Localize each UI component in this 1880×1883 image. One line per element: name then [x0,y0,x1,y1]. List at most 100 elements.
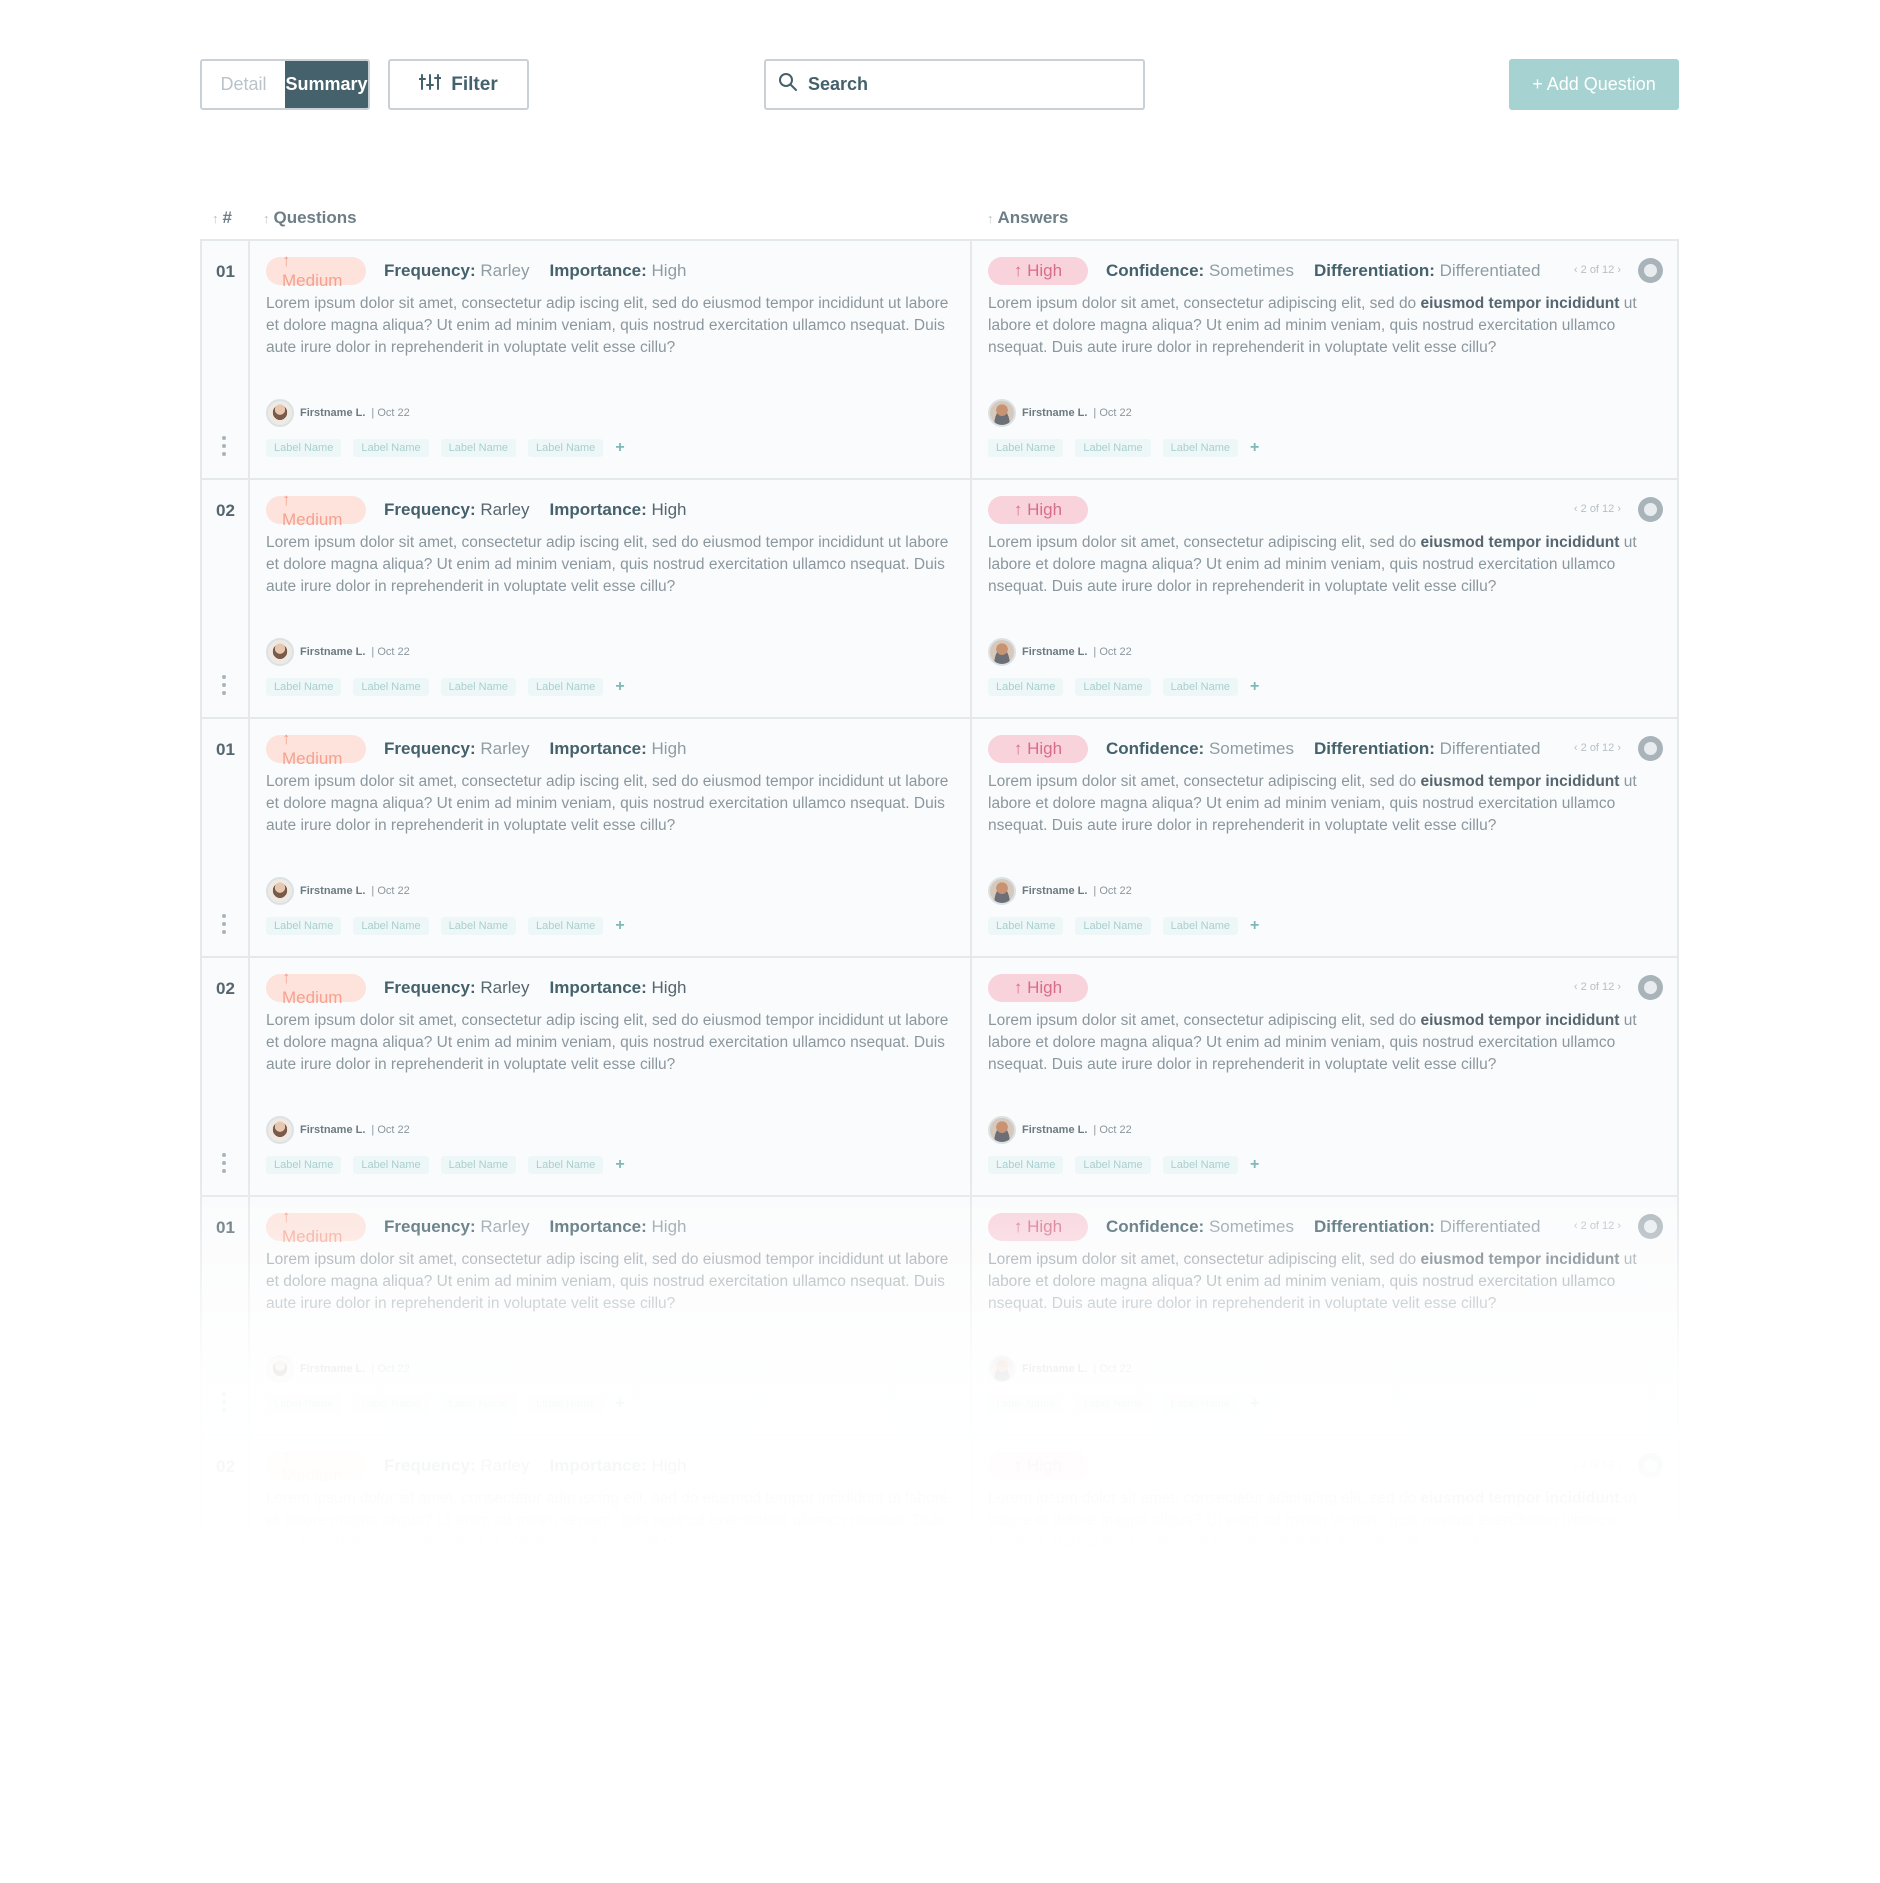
label-tag[interactable]: Label Name [266,1156,342,1174]
label-tag[interactable]: Label Name [440,439,516,457]
detail-view-button[interactable]: Detail [202,61,285,108]
question-cell[interactable]: ↑ Medium Frequency: Rarley Importance: H… [250,958,972,1195]
more-options-icon[interactable] [222,914,228,934]
answer-cell[interactable]: ↑ High ‹ 2 of 12 › Lorem ipsum dolor sit… [972,480,1677,717]
label-tag[interactable]: Label Name [266,1395,342,1413]
circle-action-icon[interactable] [1638,497,1663,522]
label-tag[interactable]: Label Name [527,439,604,457]
question-text: Lorem ipsum dolor sit amet, consectetur … [266,295,949,356]
label-tag[interactable]: Label Name [527,1395,604,1413]
answer-cell[interactable]: ↑ High Confidence: Sometimes Differentia… [972,241,1677,478]
question-cell[interactable]: ↑ Medium Frequency: Rarley Importance: H… [250,1436,972,1559]
label-tag[interactable]: Label Name [1162,1395,1238,1413]
label-tag[interactable]: Label Name [988,1156,1064,1174]
question-cell[interactable]: ↑ Medium Frequency: Rarley Importance: H… [250,1197,972,1434]
label-tag[interactable]: Label Name [1162,678,1238,696]
more-options-icon[interactable] [222,675,228,695]
label-tag[interactable]: Label Name [440,1156,516,1174]
author-date: | Oct 22 [371,646,410,658]
label-tag[interactable]: Label Name [988,439,1064,457]
summary-view-button[interactable]: Summary [285,61,368,108]
label-tag[interactable]: Label Name [1075,439,1151,457]
answer-pager[interactable]: ‹ 2 of 12 › [1574,981,1621,993]
label-tag[interactable]: Label Name [1075,1395,1151,1413]
add-question-button[interactable]: + Add Question [1509,59,1679,110]
label-tag[interactable]: Label Name [988,678,1064,696]
add-label-icon[interactable]: + [1250,917,1259,935]
answer-meta: ↑ High Confidence: Sometimes Differentia… [988,256,1560,286]
more-options-icon[interactable] [222,1153,228,1173]
label-tag[interactable]: Label Name [266,678,342,696]
answer-meta: ↑ High [988,973,1106,1003]
add-label-icon[interactable]: + [615,678,624,696]
label-tag[interactable]: Label Name [353,439,429,457]
label-tag[interactable]: Label Name [1162,1156,1238,1174]
more-options-icon[interactable] [222,1392,228,1412]
col-header-questions[interactable]: ↑ Questions [263,208,357,228]
add-label-icon[interactable]: + [1250,439,1259,457]
row-number: 01 [216,1218,235,1237]
importance-field: Importance: High [549,1456,687,1475]
answer-cell[interactable]: ↑ High ‹ 2 of 12 › Lorem ipsum dolor sit… [972,1436,1677,1559]
question-meta: ↑ Medium Frequency: Rarley Importance: H… [266,1207,707,1246]
label-tag[interactable]: Label Name [527,678,604,696]
col-header-num[interactable]: ↑ # [212,208,232,228]
question-cell[interactable]: ↑ Medium Frequency: Rarley Importance: H… [250,719,972,956]
answer-text: Lorem ipsum dolor sit amet, consectetur … [988,534,1637,595]
answer-cell[interactable]: ↑ High Confidence: Sometimes Differentia… [972,1197,1677,1434]
label-tag[interactable]: Label Name [353,917,429,935]
answer-pager[interactable]: ‹ 2 of 12 › [1574,1459,1621,1471]
label-tag[interactable]: Label Name [1075,1156,1151,1174]
add-label-icon[interactable]: + [1250,1156,1259,1174]
add-label-icon[interactable]: + [1250,1395,1259,1413]
label-tag[interactable]: Label Name [1075,678,1151,696]
label-tag[interactable]: Label Name [527,917,604,935]
label-tag[interactable]: Label Name [440,917,516,935]
answer-labels: Label Name Label Name Label Name + [988,439,1259,457]
label-tag[interactable]: Label Name [527,1156,604,1174]
circle-action-icon[interactable] [1638,258,1663,283]
importance-field: Importance: High [549,1217,687,1236]
label-tag[interactable]: Label Name [440,678,516,696]
label-tag[interactable]: Label Name [988,1395,1064,1413]
label-tag[interactable]: Label Name [1162,917,1238,935]
question-labels: Label Name Label Name Label Name Label N… [266,917,625,935]
question-cell[interactable]: ↑ Medium Frequency: Rarley Importance: H… [250,480,972,717]
author-date: | Oct 22 [1093,407,1132,419]
answer-pager[interactable]: ‹ 2 of 12 › [1574,503,1621,515]
add-label-icon[interactable]: + [615,1395,624,1413]
priority-badge: ↑ High [988,496,1088,524]
author-name: Firstname L. [1022,885,1088,897]
label-tag[interactable]: Label Name [266,917,342,935]
answer-cell[interactable]: ↑ High ‹ 2 of 12 › Lorem ipsum dolor sit… [972,958,1677,1195]
label-tag[interactable]: Label Name [353,678,429,696]
label-tag[interactable]: Label Name [988,917,1064,935]
label-tag[interactable]: Label Name [440,1395,516,1413]
more-options-icon[interactable] [222,436,228,456]
search-input[interactable] [808,74,1128,95]
label-tag[interactable]: Label Name [1075,917,1151,935]
circle-action-icon[interactable] [1638,1214,1663,1239]
label-tag[interactable]: Label Name [353,1395,429,1413]
row-number-cell: 02 [202,480,250,717]
frequency-field: Frequency: Rarley [384,1456,530,1475]
label-tag[interactable]: Label Name [353,1156,429,1174]
author-name: Firstname L. [1022,646,1088,658]
circle-action-icon[interactable] [1638,1453,1663,1478]
col-header-answers[interactable]: ↑ Answers [987,208,1068,228]
importance-field: Importance: High [549,978,687,997]
label-tag[interactable]: Label Name [1162,439,1238,457]
answer-pager[interactable]: ‹ 2 of 12 › [1574,1220,1621,1232]
question-cell[interactable]: ↑ Medium Frequency: Rarley Importance: H… [250,241,972,478]
add-label-icon[interactable]: + [1250,678,1259,696]
add-label-icon[interactable]: + [615,439,624,457]
circle-action-icon[interactable] [1638,736,1663,761]
answer-pager[interactable]: ‹ 2 of 12 › [1574,742,1621,754]
label-tag[interactable]: Label Name [266,439,342,457]
add-label-icon[interactable]: + [615,917,624,935]
answer-pager[interactable]: ‹ 2 of 12 › [1574,264,1621,276]
filter-button[interactable]: Filter [388,59,529,110]
answer-cell[interactable]: ↑ High Confidence: Sometimes Differentia… [972,719,1677,956]
circle-action-icon[interactable] [1638,975,1663,1000]
add-label-icon[interactable]: + [615,1156,624,1174]
